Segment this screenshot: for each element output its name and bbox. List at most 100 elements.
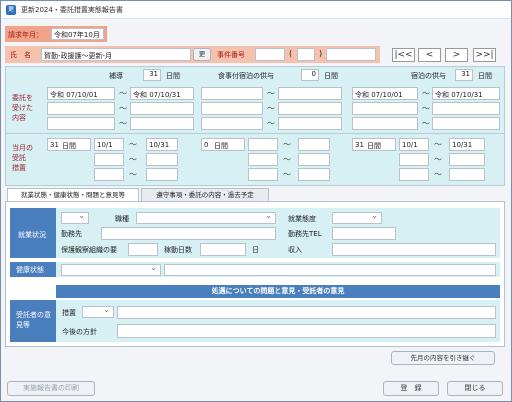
commission-col2-to-2[interactable]	[278, 102, 342, 115]
tab-compliance[interactable]: 遵守事項・委託の内容・過去予定	[141, 188, 269, 202]
current-col3-from-value: 10/1	[402, 141, 418, 149]
current-row-label: 当月の 受託 措置	[12, 143, 33, 173]
opinion-section-label-cell: 受託者の意 見等	[10, 300, 56, 342]
register-button[interactable]: 登 録	[383, 381, 439, 396]
commission-col2-to-3[interactable]	[278, 117, 342, 130]
name-edit-button[interactable]: 更	[193, 48, 211, 61]
commission-col1-from[interactable]: 令和 07/10/01	[47, 87, 115, 100]
work-form-select[interactable]	[332, 211, 382, 224]
commission-col3-from-value: 令和 07/10/01	[355, 91, 403, 99]
commission-col2-from-3[interactable]	[201, 117, 263, 130]
current-col1-days-value: 31	[50, 141, 59, 149]
current-col1-to[interactable]: 10/31	[146, 138, 178, 151]
work-form-label: 就業態度	[288, 215, 316, 223]
current-col2-days[interactable]: 0 日間	[201, 138, 245, 151]
income-label: 収入	[288, 246, 302, 254]
current-col3-to-3[interactable]	[449, 168, 485, 181]
commission-col1-to-3[interactable]	[130, 117, 194, 130]
print-report-button[interactable]: 実施報告書の印刷	[7, 381, 95, 396]
close-button[interactable]: 閉じる	[447, 381, 503, 396]
current-col3-days[interactable]: 31 日間	[352, 138, 396, 151]
case-number-field-2[interactable]	[297, 48, 315, 61]
prev-record-button[interactable]: <	[418, 48, 441, 62]
summary-grid: 補導 31 日間 食事付宿泊の供与 0 日間 宿泊の供与 31 日間 委託を 受…	[5, 66, 505, 186]
work-days-input[interactable]	[200, 243, 246, 256]
job-select[interactable]	[136, 211, 276, 224]
measure-input[interactable]	[117, 306, 496, 319]
tab-employment-health[interactable]: 就業状態・健康状態・問題と意見等	[7, 188, 139, 202]
col2-days-field[interactable]: 0	[301, 69, 319, 81]
commission-col2-from-2[interactable]	[201, 102, 263, 115]
health-detail-input[interactable]	[164, 264, 496, 276]
health-select[interactable]	[61, 263, 161, 276]
commission-label-line-3: 内容	[12, 114, 26, 122]
current-col2-to-2[interactable]	[298, 153, 330, 166]
commission-col3-from[interactable]: 令和 07/10/01	[352, 87, 418, 100]
workplace-input[interactable]	[101, 227, 276, 240]
tilde: 〜	[119, 89, 127, 98]
commission-col3-to-3[interactable]	[432, 117, 500, 130]
current-col1-to-2[interactable]	[146, 153, 178, 166]
guardian-input[interactable]	[128, 243, 158, 256]
commission-col1-from-2[interactable]	[47, 102, 115, 115]
tilde: 〜	[129, 140, 137, 149]
current-col1-from-3[interactable]	[94, 168, 124, 181]
next-record-button[interactable]: >	[445, 48, 468, 62]
current-col2-to[interactable]	[298, 138, 330, 151]
name-row-panel: 氏 名 賀勤-政援護〜更新-月 更 事件番号 ( )	[5, 46, 380, 63]
commission-col3-to-2[interactable]	[432, 102, 500, 115]
name-field[interactable]: 賀勤-政援護〜更新-月	[41, 48, 191, 61]
current-col1-from-2[interactable]	[94, 153, 124, 166]
commission-col3-to[interactable]: 令和 07/10/31	[432, 87, 500, 100]
col3-days-field[interactable]: 31	[455, 69, 473, 81]
current-col3-from-3[interactable]	[399, 168, 429, 181]
current-col3-to-2[interactable]	[449, 153, 485, 166]
workplace-tel-input[interactable]	[332, 227, 396, 240]
current-col1-from[interactable]: 10/1	[94, 138, 124, 151]
request-month-field[interactable]: 令和07年10月	[51, 28, 104, 40]
last-record-button[interactable]: >>|	[473, 48, 496, 62]
commission-col1-from-3[interactable]	[47, 117, 115, 130]
employment-status-select[interactable]	[61, 211, 89, 224]
commission-col3-from-2[interactable]	[352, 102, 418, 115]
measure-label: 措置	[62, 309, 76, 317]
current-col2-to-3[interactable]	[298, 168, 330, 181]
employment-section-label: 就業状況	[18, 231, 46, 239]
col1-unit: 日間	[166, 72, 180, 80]
current-label-line-3: 措置	[12, 164, 26, 172]
measure-select[interactable]	[82, 305, 114, 318]
current-col3-to[interactable]: 10/31	[449, 138, 485, 151]
carry-over-button[interactable]: 先月の内容を引き継ぐ	[391, 351, 495, 365]
case-number-field-1[interactable]	[255, 48, 285, 61]
col2-days-value: 0	[311, 70, 316, 78]
tilde: 〜	[422, 89, 430, 98]
current-col1-to-3[interactable]	[146, 168, 178, 181]
future-policy-input[interactable]	[117, 324, 496, 338]
case-number-label: 事件番号	[217, 51, 245, 59]
title-bar: 更 更新2024・委託措置実態報告書	[1, 1, 511, 19]
request-month-label: 請求年月：	[8, 31, 43, 39]
commission-col3-from-3[interactable]	[352, 117, 418, 130]
commission-col1-to[interactable]: 令和 07/10/31	[130, 87, 194, 100]
current-col3-days-value: 31	[355, 141, 364, 149]
tilde: 〜	[119, 119, 127, 128]
row-divider	[6, 133, 504, 134]
commission-col1-to-2[interactable]	[130, 102, 194, 115]
income-input[interactable]	[332, 243, 496, 256]
employment-section-label-cell: 就業状況	[10, 208, 56, 258]
case-number-field-3[interactable]	[326, 48, 376, 61]
current-col2-from-3[interactable]	[248, 168, 278, 181]
job-label: 職種	[115, 215, 129, 223]
col1-days-field[interactable]: 31	[143, 69, 161, 81]
first-record-button[interactable]: |<<	[392, 48, 415, 62]
commission-col2-from[interactable]	[201, 87, 263, 100]
current-col2-from-2[interactable]	[248, 153, 278, 166]
current-col1-days[interactable]: 31 日間	[47, 138, 91, 151]
current-col2-from[interactable]	[248, 138, 278, 151]
current-col3-from-2[interactable]	[399, 153, 429, 166]
current-col3-from[interactable]: 10/1	[399, 138, 429, 151]
commission-col1-from-value: 令和 07/10/01	[50, 91, 98, 99]
workplace-tel-label: 勤務先TEL	[288, 230, 322, 238]
commission-col2-to[interactable]	[278, 87, 342, 100]
main-window: 更 更新2024・委託措置実態報告書 請求年月： 令和07年10月 氏 名 賀勤…	[0, 0, 512, 402]
